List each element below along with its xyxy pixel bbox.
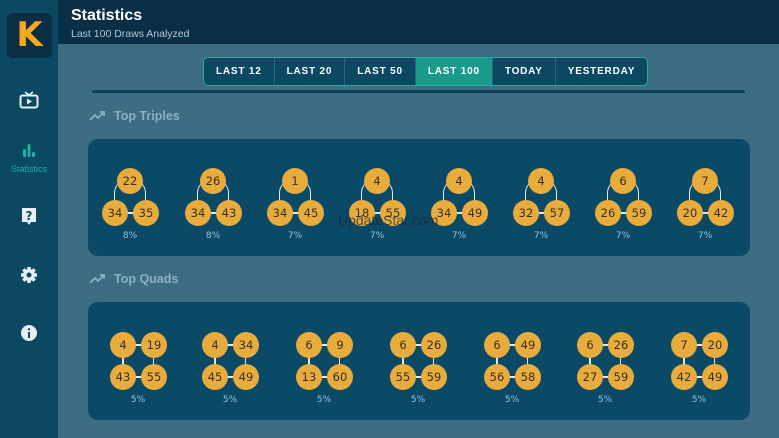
number-ball: 4 (110, 332, 136, 358)
number-ball: 35 (133, 200, 159, 226)
percentage-label: 5% (316, 395, 332, 405)
number-ball: 57 (544, 200, 570, 226)
sidebar-item-label: Statistics (10, 164, 47, 174)
range-tabs: LAST 12 LAST 20 LAST 50 LAST 100 TODAY YESTER… (203, 57, 649, 86)
number-ball: 42 (708, 200, 734, 226)
top-quads-heading: Top Quads (89, 272, 178, 286)
number-ball: 56 (484, 364, 510, 390)
number-ball: 7 (692, 168, 718, 194)
number-ball: 22 (117, 168, 143, 194)
percentage-label: 7% (451, 231, 467, 241)
percentage-label: 7% (287, 231, 303, 241)
percentage-label: 7% (369, 231, 385, 241)
number-ball: 20 (677, 200, 703, 226)
sidebar-item-statistics[interactable]: Statistics (0, 143, 58, 174)
number-ball: 26 (421, 332, 447, 358)
number-ball: 49 (515, 332, 541, 358)
page-title: Statistics (71, 7, 143, 24)
percentage-label: 5% (691, 395, 707, 405)
sidebar-item-info[interactable] (0, 324, 58, 347)
number-ball: 45 (298, 200, 324, 226)
divider (92, 90, 745, 93)
percentage-label: 8% (122, 231, 138, 241)
number-ball: 49 (233, 364, 259, 390)
app-logo[interactable]: K (7, 13, 52, 58)
number-ball: 4 (202, 332, 228, 358)
tab-yesterday[interactable]: YESTERDAY (556, 58, 647, 85)
number-ball: 58 (515, 364, 541, 390)
percentage-label: 7% (533, 231, 549, 241)
top-triples-card: 22 34 35 8% 26 34 43 8% 1 34 45 7% 4 18 55 7% 4 34 49 7% 4 32… (88, 139, 750, 256)
number-ball: 55 (390, 364, 416, 390)
number-ball: 34 (233, 332, 259, 358)
number-ball: 7 (671, 332, 697, 358)
sidebar-item-help[interactable]: ? (0, 207, 58, 232)
number-ball: 4 (528, 168, 554, 194)
number-ball: 6 (577, 332, 603, 358)
number-ball: 13 (296, 364, 322, 390)
sidebar: K Statistics ? (0, 0, 58, 438)
number-ball: 60 (327, 364, 353, 390)
percentage-label: 7% (697, 231, 713, 241)
sidebar-item-settings[interactable] (0, 266, 58, 289)
watermark: UpdateStar.com (338, 212, 439, 228)
tv-icon (19, 91, 39, 109)
trending-up-icon (89, 111, 105, 121)
number-ball: 34 (185, 200, 211, 226)
tab-last-20[interactable]: LAST 20 (275, 58, 346, 85)
trending-up-icon (89, 274, 105, 284)
number-ball: 59 (626, 200, 652, 226)
number-ball: 26 (200, 168, 226, 194)
number-ball: 26 (608, 332, 634, 358)
sidebar-item-live[interactable] (0, 91, 58, 114)
number-ball: 4 (364, 168, 390, 194)
number-ball: 6 (610, 168, 636, 194)
number-ball: 6 (296, 332, 322, 358)
number-ball: 19 (141, 332, 167, 358)
number-ball: 9 (327, 332, 353, 358)
number-ball: 59 (421, 364, 447, 390)
number-ball: 34 (102, 200, 128, 226)
number-ball: 4 (446, 168, 472, 194)
percentage-label: 5% (504, 395, 520, 405)
tab-last-100[interactable]: LAST 100 (415, 58, 493, 85)
info-icon (21, 325, 37, 341)
tab-today[interactable]: TODAY (493, 58, 556, 85)
number-ball: 32 (513, 200, 539, 226)
number-ball: 20 (702, 332, 728, 358)
number-ball: 27 (577, 364, 603, 390)
top-triples-heading: Top Triples (89, 109, 180, 123)
top-quads-card: 4 19 43 55 5% 4 34 45 49 5% 6 9 13 60 5% 6 26 55 59 5% 6 49 56… (88, 302, 750, 420)
number-ball: 34 (267, 200, 293, 226)
number-ball: 49 (702, 364, 728, 390)
number-ball: 49 (462, 200, 488, 226)
number-ball: 43 (216, 200, 242, 226)
svg-text:?: ? (26, 209, 33, 223)
section-title: Top Quads (114, 272, 179, 286)
bar-chart-icon (23, 144, 35, 157)
percentage-label: 5% (130, 395, 146, 405)
number-ball: 59 (608, 364, 634, 390)
percentage-label: 8% (205, 231, 221, 241)
number-ball: 26 (595, 200, 621, 226)
number-ball: 6 (484, 332, 510, 358)
number-ball: 42 (671, 364, 697, 390)
tab-last-50[interactable]: LAST 50 (345, 58, 416, 85)
number-ball: 6 (390, 332, 416, 358)
page-subtitle: Last 100 Draws Analyzed (71, 28, 190, 40)
help-icon: ? (22, 208, 36, 225)
number-ball: 43 (110, 364, 136, 390)
percentage-label: 5% (410, 395, 426, 405)
percentage-label: 5% (597, 395, 613, 405)
number-ball: 45 (202, 364, 228, 390)
header: Statistics Last 100 Draws Analyzed (58, 0, 779, 44)
number-ball: 55 (141, 364, 167, 390)
number-ball: 1 (282, 168, 308, 194)
percentage-label: 7% (615, 231, 631, 241)
tab-last-12[interactable]: LAST 12 (204, 58, 275, 85)
percentage-label: 5% (222, 395, 238, 405)
gear-icon (21, 267, 37, 283)
section-title: Top Triples (114, 109, 180, 123)
